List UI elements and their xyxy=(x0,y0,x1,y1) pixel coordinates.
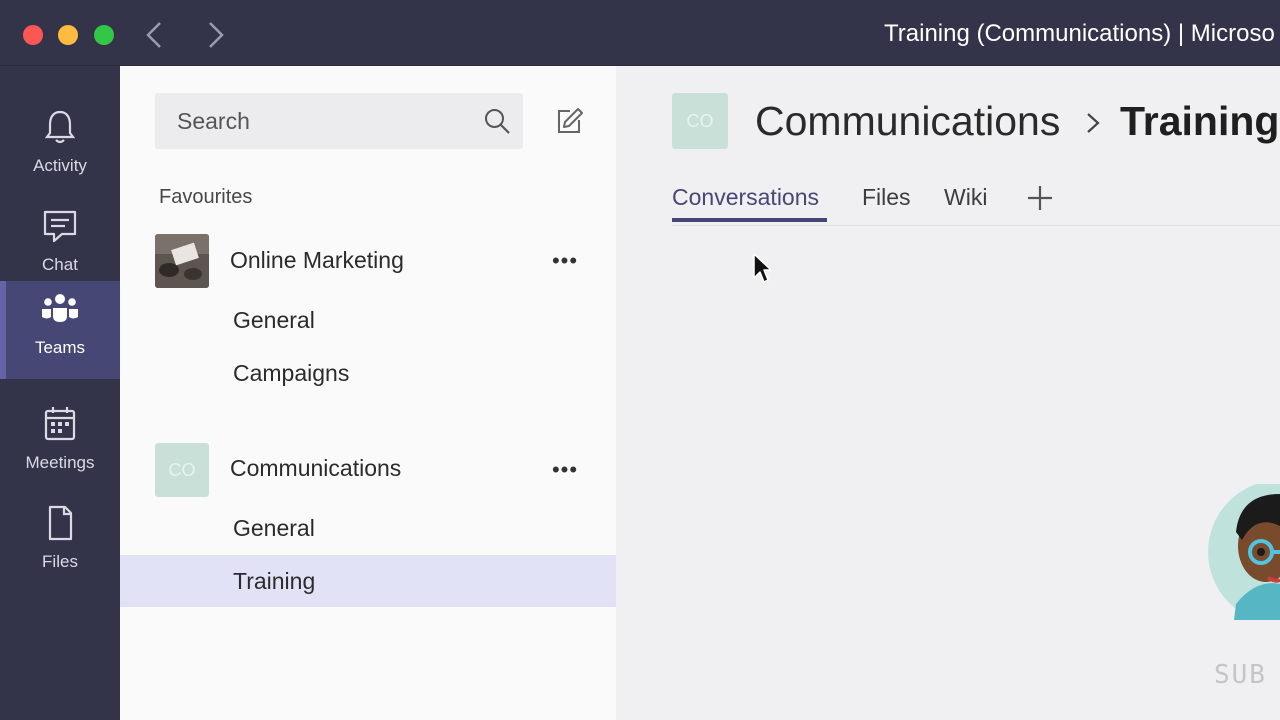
more-options-button[interactable]: ••• xyxy=(545,455,585,485)
title-bar: Training (Communications) | Microso xyxy=(0,0,1280,66)
tabs-divider xyxy=(672,225,1280,226)
add-tab-icon[interactable] xyxy=(1024,182,1056,214)
channel-item-selected[interactable]: Training xyxy=(120,555,616,607)
rail-item-meetings[interactable]: Meetings xyxy=(0,396,120,494)
team-avatar-online-marketing[interactable] xyxy=(155,234,209,288)
channel-item[interactable]: General xyxy=(120,502,616,554)
mouse-cursor-icon xyxy=(753,253,772,283)
more-options-button[interactable]: ••• xyxy=(545,246,585,276)
back-arrow-icon[interactable] xyxy=(140,18,170,52)
rail-item-label: Teams xyxy=(34,338,86,357)
tab-wiki[interactable]: Wiki xyxy=(944,182,987,212)
calendar-icon xyxy=(44,407,76,441)
rail-item-files[interactable]: Files xyxy=(0,495,120,593)
window-title: Training (Communications) | Microso xyxy=(884,20,1275,47)
chat-icon xyxy=(43,210,77,243)
rail-item-teams[interactable]: Teams xyxy=(0,281,120,379)
teams-panel: Favourites Online Marketing ••• General … xyxy=(120,66,616,720)
app-rail: Activity Chat Teams Meetings Files xyxy=(0,66,120,720)
rail-item-label: Activity xyxy=(33,156,87,175)
rail-item-activity[interactable]: Activity xyxy=(0,99,120,197)
search-icon[interactable] xyxy=(483,107,511,135)
photo-thumbnail xyxy=(155,234,209,288)
watermark-text: SUB xyxy=(1214,660,1267,690)
main-content: CO Communications Training Conversations… xyxy=(616,66,1280,720)
rail-item-label: Chat xyxy=(42,255,78,274)
minimize-window-button[interactable] xyxy=(58,25,78,45)
tab-conversations[interactable]: Conversations xyxy=(672,182,819,212)
zoom-window-button[interactable] xyxy=(94,25,114,45)
forward-arrow-icon[interactable] xyxy=(200,18,230,52)
breadcrumb-team[interactable]: Communications xyxy=(755,96,1060,146)
search-box xyxy=(155,93,523,149)
close-window-button[interactable] xyxy=(23,25,43,45)
teams-icon xyxy=(42,294,78,322)
channel-label: General xyxy=(233,307,315,333)
channel-item[interactable]: General xyxy=(120,294,616,346)
active-tab-indicator xyxy=(672,218,827,222)
illustration-character-icon xyxy=(1208,484,1280,620)
chevron-right-icon xyxy=(1087,113,1100,133)
search-input[interactable] xyxy=(155,93,475,149)
file-icon xyxy=(48,505,73,541)
team-name-communications[interactable]: Communications xyxy=(230,453,401,483)
channel-item[interactable]: Campaigns xyxy=(120,347,616,399)
bell-icon xyxy=(44,110,76,144)
compose-icon[interactable] xyxy=(554,106,584,136)
breadcrumb-channel: Training xyxy=(1120,98,1280,144)
channel-label: Campaigns xyxy=(233,360,350,386)
rail-item-label: Files xyxy=(42,552,78,571)
favourites-label: Favourites xyxy=(159,186,253,208)
tab-files[interactable]: Files xyxy=(862,182,911,212)
team-name-online-marketing[interactable]: Online Marketing xyxy=(230,245,404,275)
channel-label: Training xyxy=(233,568,316,594)
team-avatar-communications[interactable]: CO xyxy=(155,443,209,497)
rail-item-label: Meetings xyxy=(25,453,95,472)
channel-header-avatar: CO xyxy=(672,93,728,149)
channel-label: General xyxy=(233,515,315,541)
